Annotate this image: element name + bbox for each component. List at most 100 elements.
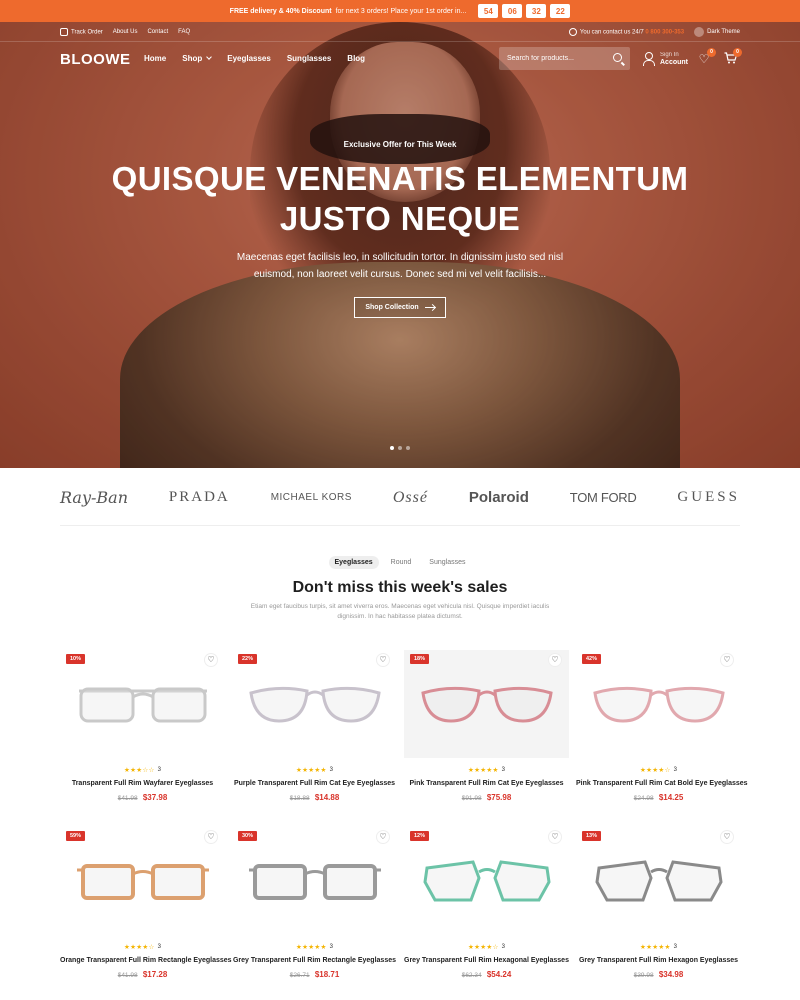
topbar-contact[interactable]: Contact <box>147 29 168 35</box>
account-link[interactable]: Sign In Account <box>643 51 688 67</box>
slider-dots <box>390 446 410 450</box>
slider-dot[interactable] <box>398 446 402 450</box>
hero-eyebrow: Exclusive Offer for This Week <box>343 140 457 149</box>
product-title[interactable]: Grey Transparent Full Rim Hexagonal Eyeg… <box>404 957 569 964</box>
sale-price: $18.71 <box>314 970 340 979</box>
review-count: 3 <box>157 944 161 950</box>
brand-polaroid[interactable]: Polaroid <box>469 489 529 506</box>
wishlist-heart-icon[interactable]: ♡ <box>205 654 217 666</box>
phone-number[interactable]: 0 800 300-353 <box>645 29 684 35</box>
topbar: Track Order About Us Contact FAQ You can… <box>0 22 800 42</box>
product-title[interactable]: Pink Transparent Full Rim Cat Bold Eye E… <box>576 780 748 787</box>
product-card[interactable]: 18% ♡ ★★★★★ 3 Pink Transparent Full Rim … <box>404 650 569 810</box>
tab-sunglasses[interactable]: Sunglasses <box>423 556 471 569</box>
search-icon[interactable] <box>613 53 622 62</box>
product-card[interactable]: 13% ♡ ★★★★★ 3 Grey Transparent Full Rim … <box>576 827 741 987</box>
product-card[interactable]: 42% ♡ ★★★★☆ 3 Pink Transparent Full Rim … <box>576 650 748 810</box>
product-card[interactable]: 12% ♡ ★★★★☆ 3 Grey Transparent Full Rim … <box>404 827 569 987</box>
old-price: $39.98 <box>633 972 654 979</box>
brand-michael-kors[interactable]: MICHAEL KORS <box>271 492 352 503</box>
wishlist-button[interactable]: ♡ 0 <box>697 48 716 66</box>
slider-dot[interactable] <box>390 446 394 450</box>
glasses-frame-image <box>420 686 553 723</box>
tab-eyeglasses[interactable]: Eyeglasses <box>328 556 379 569</box>
brand-prada[interactable]: PRADA <box>169 489 230 506</box>
menu-blog[interactable]: Blog <box>347 54 365 63</box>
star-rating-icon: ★★★★☆ <box>468 944 499 951</box>
sale-price: $14.25 <box>658 793 684 802</box>
product-image[interactable]: 22% ♡ <box>232 650 397 758</box>
wishlist-heart-icon[interactable]: ♡ <box>377 654 389 666</box>
topbar-track-order[interactable]: Track Order <box>60 27 103 36</box>
brand-guess[interactable]: GUESS <box>677 489 740 506</box>
product-title[interactable]: Purple Transparent Full Rim Cat Eye Eyeg… <box>232 780 397 787</box>
glasses-frame-image <box>594 860 723 902</box>
wishlist-heart-icon[interactable]: ♡ <box>549 831 561 843</box>
menu-shop[interactable]: Shop <box>182 54 213 63</box>
topbar-about[interactable]: About Us <box>113 29 138 35</box>
product-card[interactable]: 10% ♡ ★★★☆☆ 3 Transparent Full Rim Wayfa… <box>60 650 225 810</box>
old-price: $91.98 <box>461 795 482 802</box>
wishlist-heart-icon[interactable]: ♡ <box>721 654 733 666</box>
product-rating: ★★★★★ 3 <box>576 943 741 951</box>
product-title[interactable]: Grey Transparent Full Rim Rectangle Eyeg… <box>232 957 397 964</box>
product-title[interactable]: Pink Transparent Full Rim Cat Eye Eyegla… <box>404 780 569 787</box>
product-price: $62.34 $54.24 <box>404 970 569 979</box>
product-title[interactable]: Transparent Full Rim Wayfarer Eyeglasses <box>60 780 225 787</box>
logo[interactable]: BLOOWE <box>60 51 131 68</box>
product-price: $91.98 $75.98 <box>404 793 569 802</box>
product-rating: ★★★★★ 3 <box>232 766 397 774</box>
product-image[interactable]: 30% ♡ <box>232 827 397 935</box>
brand-tom-ford[interactable]: TOM FORD <box>570 490 637 505</box>
product-price: $41.98 $37.98 <box>60 793 225 802</box>
wishlist-heart-icon[interactable]: ♡ <box>549 654 561 666</box>
star-rating-icon: ★★★★☆ <box>640 767 671 774</box>
star-rating-icon: ★★★★★ <box>296 767 327 774</box>
product-image[interactable]: 59% ♡ <box>60 827 225 935</box>
wishlist-heart-icon[interactable]: ♡ <box>721 831 733 843</box>
slider-dot[interactable] <box>406 446 410 450</box>
product-image[interactable]: 42% ♡ <box>576 650 741 758</box>
product-image[interactable]: 18% ♡ <box>404 650 569 758</box>
product-image[interactable]: 10% ♡ <box>60 650 225 758</box>
product-image[interactable]: 12% ♡ <box>404 827 569 935</box>
phone-icon <box>568 27 577 36</box>
menu-eyeglasses[interactable]: Eyeglasses <box>227 54 271 63</box>
sign-in-label: Sign In <box>660 52 679 58</box>
wishlist-heart-icon[interactable]: ♡ <box>205 831 217 843</box>
product-card[interactable]: 59% ♡ ★★★★☆ 3 Orange Transparent Full Ri… <box>60 827 232 987</box>
account-label: Account <box>660 59 688 66</box>
product-image[interactable]: 13% ♡ <box>576 827 741 935</box>
old-price: $18.88 <box>289 795 310 802</box>
tab-round[interactable]: Round <box>385 556 418 569</box>
product-card[interactable]: 22% ♡ ★★★★★ 3 Purple Transparent Full Ri… <box>232 650 397 810</box>
sale-price: $75.98 <box>486 793 512 802</box>
product-price: $18.88 $14.88 <box>232 793 397 802</box>
product-rating: ★★★★☆ 3 <box>576 766 741 774</box>
product-card[interactable]: 30% ♡ ★★★★★ 3 Grey Transparent Full Rim … <box>232 827 397 987</box>
promo-bar: FREE delivery & 40% Discount for next 3 … <box>0 0 800 22</box>
topbar-link-label: Track Order <box>71 29 103 36</box>
countdown-minutes: 32 <box>526 4 547 18</box>
product-title[interactable]: Orange Transparent Full Rim Rectangle Ey… <box>60 957 232 964</box>
topbar-faq[interactable]: FAQ <box>178 29 190 35</box>
product-title[interactable]: Grey Transparent Full Rim Hexagon Eyegla… <box>576 957 741 964</box>
sale-price: $14.88 <box>314 793 340 802</box>
review-count: 3 <box>329 767 333 773</box>
old-price: $41.98 <box>117 795 138 802</box>
shop-collection-label: Shop Collection <box>365 304 419 311</box>
wishlist-heart-icon[interactable]: ♡ <box>377 831 389 843</box>
review-count: 3 <box>673 944 677 950</box>
product-rating: ★★★☆☆ 3 <box>60 766 225 774</box>
search-input[interactable] <box>507 55 607 62</box>
brand-rayban[interactable]: Ray-Ban <box>60 488 128 507</box>
discount-badge: 10% <box>66 654 86 664</box>
glasses-frame-image <box>248 686 381 723</box>
brand-osse[interactable]: Ossé <box>393 489 428 507</box>
shop-collection-button[interactable]: Shop Collection <box>354 297 446 318</box>
cart-button[interactable]: 0 <box>723 48 742 66</box>
review-count: 3 <box>329 944 333 950</box>
menu-home[interactable]: Home <box>144 54 166 63</box>
menu-sunglasses[interactable]: Sunglasses <box>287 54 331 63</box>
dark-theme-toggle[interactable]: Dark Theme <box>694 26 740 37</box>
